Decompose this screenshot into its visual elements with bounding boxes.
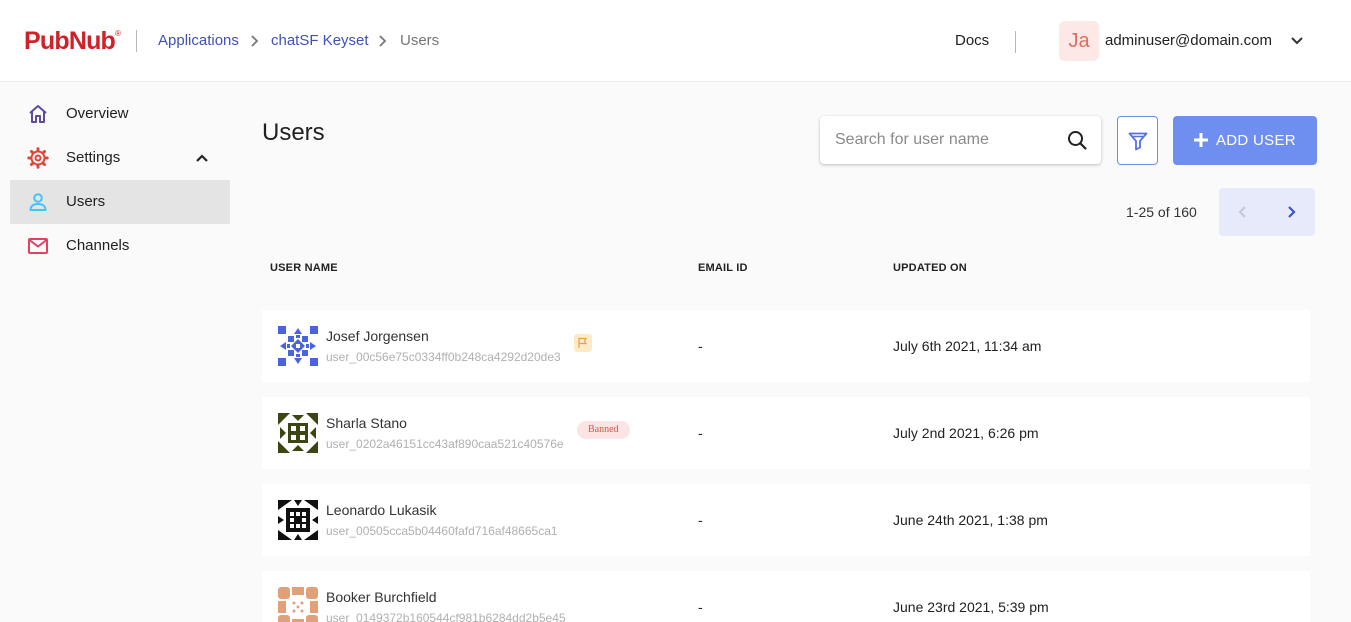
email-value: -	[698, 338, 703, 354]
add-user-button[interactable]: ADD USER	[1173, 116, 1317, 165]
sidebar-item-label: Settings	[66, 149, 121, 166]
column-header-email-id[interactable]: EMAIL ID	[698, 262, 748, 274]
email-value: -	[698, 425, 703, 441]
top-header: PubNub® Applications chatSF Keyset Users…	[0, 0, 1351, 82]
user-avatar	[278, 413, 318, 453]
search-icon[interactable]	[1066, 129, 1088, 151]
sidebar-item-label: Users	[66, 193, 106, 210]
mail-icon	[28, 238, 48, 254]
breadcrumb-users: Users	[400, 32, 440, 49]
sidebar-item-settings[interactable]: Settings	[10, 136, 230, 180]
plus-icon	[1194, 133, 1208, 147]
pagination-count: 1-25 of 160	[1126, 204, 1197, 220]
pagination	[1219, 188, 1315, 236]
add-user-label: ADD USER	[1216, 132, 1296, 149]
user-id: user_00c56e75c0334ff0b248ca4292d20de3	[326, 350, 561, 364]
pubnub-logo[interactable]: PubNub®	[24, 27, 121, 56]
chevron-left-icon[interactable]	[1235, 204, 1251, 220]
email-value: -	[698, 599, 703, 615]
flag-badge	[574, 334, 592, 352]
user-avatar	[278, 326, 318, 366]
column-header-user-name[interactable]: USER NAME	[270, 262, 338, 274]
user-id: user_00505cca5b04460fafd716af48665ca1	[326, 524, 558, 538]
user-name: Booker Burchfield	[326, 589, 437, 605]
table-row[interactable]: Booker Burchfield user_0149372b160544cf9…	[262, 571, 1310, 622]
filter-button[interactable]	[1117, 116, 1158, 165]
banned-badge: Banned	[577, 421, 630, 439]
filter-icon	[1128, 132, 1148, 151]
gear-icon	[27, 147, 49, 169]
user-name: Leonardo Lukasik	[326, 502, 437, 518]
chevron-down-icon[interactable]	[1290, 34, 1304, 48]
table-row[interactable]: Leonardo Lukasik user_00505cca5b04460faf…	[262, 484, 1310, 556]
table-row[interactable]: Josef Jorgensen user_00c56e75c0334ff0b24…	[262, 310, 1310, 382]
updated-on: July 6th 2021, 11:34 am	[893, 338, 1042, 354]
docs-link[interactable]: Docs	[955, 32, 989, 49]
user-avatar	[278, 500, 318, 540]
chevron-right-icon[interactable]	[1283, 204, 1299, 220]
divider	[1015, 31, 1016, 53]
sidebar-item-channels[interactable]: Channels	[10, 224, 230, 268]
user-email[interactable]: adminuser@domain.com	[1105, 32, 1272, 49]
sidebar-item-label: Channels	[66, 237, 130, 254]
breadcrumb-applications[interactable]: Applications	[158, 32, 239, 49]
search-input[interactable]	[835, 128, 1055, 152]
updated-on: June 23rd 2021, 5:39 pm	[893, 599, 1049, 615]
chevron-up-icon[interactable]	[194, 150, 210, 166]
page-title: Users	[262, 119, 325, 146]
sidebar-item-users[interactable]: Users	[10, 180, 230, 224]
user-avatar	[278, 587, 318, 622]
user-icon	[29, 193, 47, 211]
email-value: -	[698, 512, 703, 528]
sidebar-item-label: Overview	[66, 105, 129, 122]
user-name: Josef Jorgensen	[326, 328, 429, 344]
sidebar-item-overview[interactable]: Overview	[10, 92, 230, 136]
user-id: user_0149372b160544cf981b6284dd2b5e45	[326, 611, 566, 622]
updated-on: June 24th 2021, 1:38 pm	[893, 512, 1048, 528]
divider	[136, 30, 137, 52]
updated-on: July 2nd 2021, 6:26 pm	[893, 425, 1039, 441]
column-header-updated-on[interactable]: UPDATED ON	[893, 262, 967, 274]
user-name: Sharla Stano	[326, 415, 407, 431]
search-field	[820, 116, 1101, 164]
table-row[interactable]: Sharla Stano user_0202a46151cc43af890caa…	[262, 397, 1310, 469]
user-id: user_0202a46151cc43af890caa521c40576e	[326, 437, 564, 451]
flag-icon	[578, 337, 588, 348]
breadcrumb-keyset[interactable]: chatSF Keyset	[271, 32, 369, 49]
home-icon	[29, 105, 47, 123]
user-avatar[interactable]: Ja	[1059, 21, 1099, 61]
chevron-right-icon	[379, 35, 387, 47]
chevron-right-icon	[251, 35, 259, 47]
